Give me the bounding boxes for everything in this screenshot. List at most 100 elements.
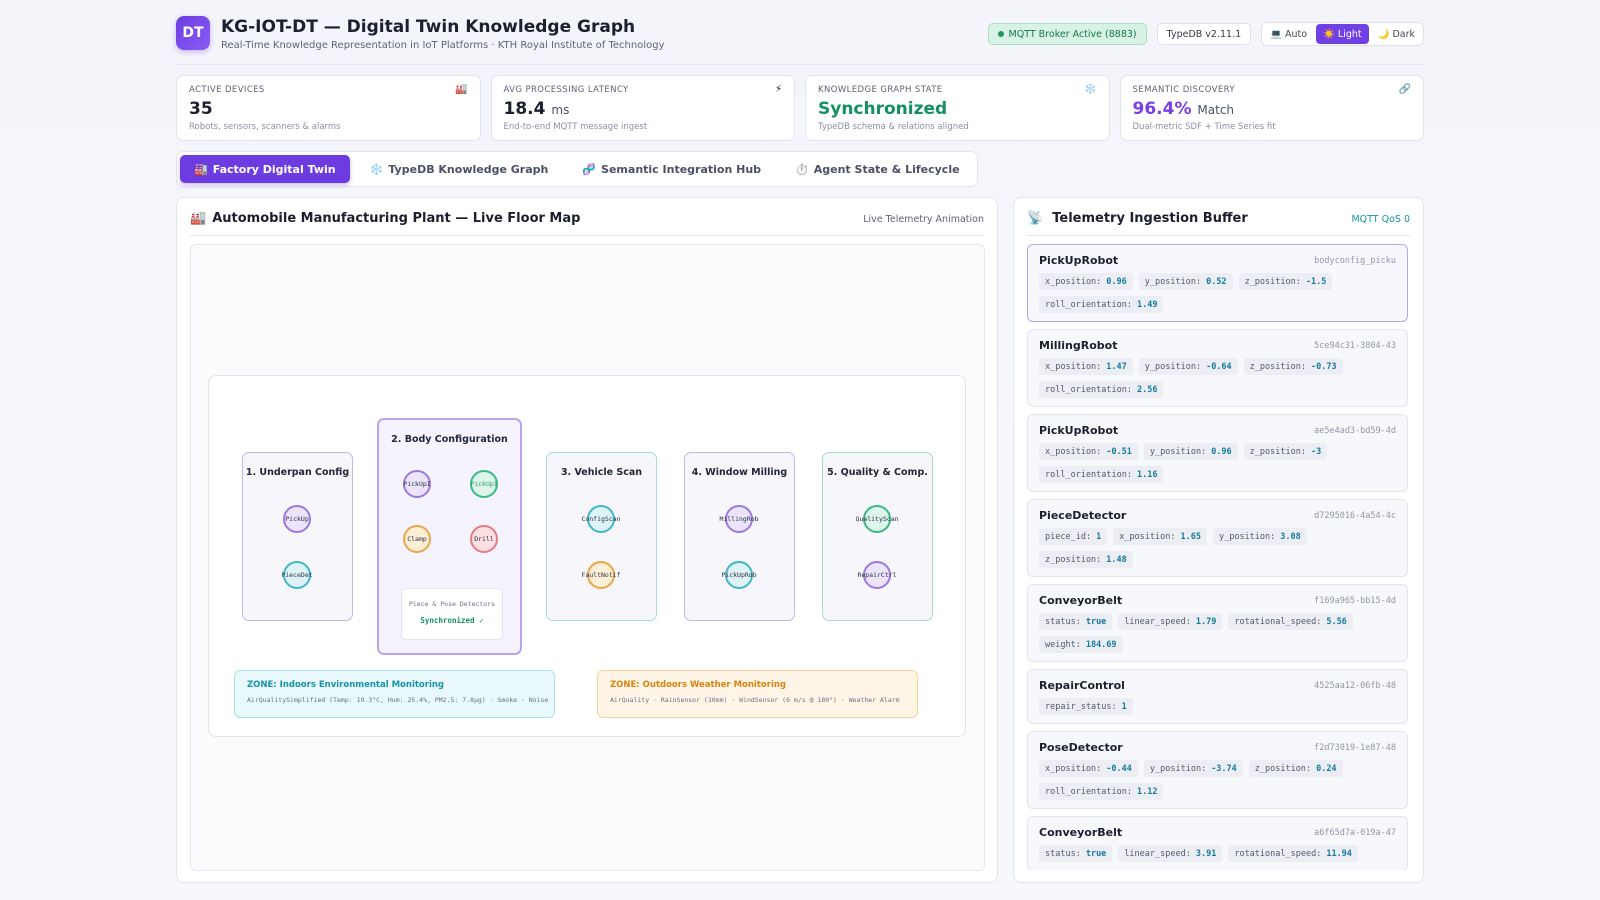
sync-status: Synchronized ✓ xyxy=(420,616,484,625)
device-node[interactable]: PickUp xyxy=(283,505,311,533)
device-node[interactable]: QualityScan xyxy=(855,505,899,533)
telemetry-field: weight: 184.69 xyxy=(1039,636,1123,653)
snowflake-icon: ❄️ xyxy=(1084,84,1097,95)
telemetry-fields: status: true linear_speed: 1.79 rotational_s… xyxy=(1039,613,1396,653)
station-quality-compliance[interactable]: 5. Quality & Comp. QualityScan RepairCtr… xyxy=(822,452,933,621)
moon-icon: 🌙 xyxy=(1377,28,1390,40)
station-underpan-config[interactable]: 1. Underpan Config PickUp PieceDet xyxy=(242,452,353,621)
device-id: a6f65d7a-019a-47 xyxy=(1314,828,1396,838)
theme-light-button[interactable]: ☀️ Light xyxy=(1316,24,1369,44)
stat-card-graph-state: Knowledge Graph State ❄️ Synchronized Ty… xyxy=(805,75,1110,141)
telemetry-fields: repair_status: 1 xyxy=(1039,698,1396,715)
telemetry-field: x_position: 1.65 xyxy=(1113,528,1207,545)
dna-icon: 🧬 xyxy=(582,162,597,176)
theme-dark-button[interactable]: 🌙 Dark xyxy=(1371,24,1422,44)
device-node[interactable]: Drill xyxy=(470,525,498,553)
tab-agent-state-lifecycle[interactable]: ⏱️ Agent State & Lifecycle xyxy=(781,155,974,183)
telemetry-field: y_position: 0.52 xyxy=(1138,273,1233,290)
theme-auto-button[interactable]: 💻 Auto xyxy=(1263,24,1314,44)
telemetry-list[interactable]: PickUpRobot bodyconfig_picku x_position: 0.… xyxy=(1027,244,1408,870)
mqtt-status-badge: MQTT Broker Active (8883) xyxy=(987,23,1147,45)
tab-typedb-knowledge-graph[interactable]: ❄️ TypeDB Knowledge Graph xyxy=(356,155,563,183)
telemetry-field: z_position: -3 xyxy=(1243,443,1328,460)
telemetry-field: status: true xyxy=(1039,845,1113,862)
device-id: f2d73019-1e87-48 xyxy=(1314,743,1396,753)
lightning-icon: ⚡ xyxy=(774,84,782,95)
piece-pose-detectors: Piece & Pose Detectors Synchronized ✓ xyxy=(401,588,503,640)
typedb-version-badge: TypeDB v2.11.1 xyxy=(1156,23,1252,45)
device-id: 4525aa12-06fb-48 xyxy=(1314,681,1396,691)
tab-semantic-integration-hub[interactable]: 🧬 Semantic Integration Hub xyxy=(568,155,775,183)
zone-indoors-monitoring[interactable]: ZONE: Indoors Environmental Monitoring A… xyxy=(234,670,555,718)
device-id: f169a965-bb15-4d xyxy=(1314,596,1396,606)
telemetry-field: rotational_speed: 11.94 xyxy=(1228,845,1358,862)
station-vehicle-scan[interactable]: 3. Vehicle Scan ConfigScan FaultNotif xyxy=(546,452,657,621)
telemetry-field: x_position: 1.47 xyxy=(1039,358,1133,375)
stat-card-semantic-discovery: Semantic Discovery 🔗 96.4% Match Dual-me… xyxy=(1119,75,1424,141)
device-node[interactable]: PickUpRob xyxy=(721,561,757,589)
telemetry-field: roll_orientation: 1.49 xyxy=(1039,296,1164,313)
telemetry-field: y_position: -0.64 xyxy=(1138,358,1238,375)
header-status-area: MQTT Broker Active (8883) TypeDB v2.11.1… xyxy=(987,22,1424,46)
telemetry-field: repair_status: 1 xyxy=(1039,698,1133,715)
telemetry-card[interactable]: PickUpRobot bodyconfig_picku x_position: 0.… xyxy=(1027,244,1408,322)
panel-divider xyxy=(190,235,984,236)
zone-outdoors-monitoring[interactable]: ZONE: Outdoors Weather Monitoring AirQua… xyxy=(597,670,918,718)
telemetry-field: z_position: 1.48 xyxy=(1039,551,1133,568)
telemetry-card[interactable]: PieceDetector d7295016-4a54-4c piece_id: 1 x… xyxy=(1027,499,1408,577)
telemetry-card[interactable]: ConveyorBelt a6f65d7a-019a-47 status: true l… xyxy=(1027,816,1408,870)
telemetry-field: roll_orientation: 1.16 xyxy=(1039,466,1164,483)
telemetry-card[interactable]: MillingRobot 5ce94c31-3804-43 x_position: 1… xyxy=(1027,329,1408,407)
app-logo: DT xyxy=(176,16,210,50)
satellite-icon: 📡 xyxy=(1027,211,1044,226)
device-node[interactable]: PieceDet xyxy=(281,561,313,589)
panel-divider xyxy=(1027,235,1410,236)
device-node[interactable]: PickUpI xyxy=(470,470,498,498)
telemetry-card[interactable]: RepairControl 4525aa12-06fb-48 repair_stat… xyxy=(1027,669,1408,724)
telemetry-card[interactable]: ConveyorBelt f169a965-bb15-4d status: true l… xyxy=(1027,584,1408,662)
telemetry-field: x_position: 0.96 xyxy=(1039,273,1133,290)
telemetry-field: y_position: -3.74 xyxy=(1143,760,1243,777)
telemetry-field: linear_speed: 1.79 xyxy=(1118,613,1223,630)
device-node[interactable]: Clamp xyxy=(403,525,431,553)
status-dot-icon xyxy=(997,31,1004,37)
telemetry-field: linear_speed: 3.91 xyxy=(1118,845,1223,862)
station-window-milling[interactable]: 4. Window Milling MillingRob PickUpRob xyxy=(684,452,795,621)
device-node[interactable]: FaultNotif xyxy=(581,561,621,589)
device-id: ae5e4ad3-bd59-4d xyxy=(1314,426,1396,436)
telemetry-field: roll_orientation: 2.56 xyxy=(1039,381,1164,398)
device-id: 5ce94c31-3804-43 xyxy=(1314,341,1396,351)
telemetry-fields: x_position: 0.96 y_position: 0.52 z_position… xyxy=(1039,273,1396,313)
tab-factory-digital-twin[interactable]: 🏭 Factory Digital Twin xyxy=(180,155,350,183)
main-tabs: 🏭 Factory Digital Twin ❄️ TypeDB Knowled… xyxy=(176,151,978,187)
app-root: DT KG-IOT-DT — Digital Twin Knowledge Gr… xyxy=(176,0,1424,900)
laptop-icon: 💻 xyxy=(1270,28,1282,40)
device-node[interactable]: PickUpI xyxy=(403,470,431,498)
telemetry-field: rotational_speed: 5.56 xyxy=(1228,613,1353,630)
telemetry-field: piece_id: 1 xyxy=(1039,528,1108,545)
telemetry-card[interactable]: PoseDetector f2d73019-1e87-48 x_position: -… xyxy=(1027,731,1408,809)
telemetry-field: z_position: 0.24 xyxy=(1248,760,1343,777)
telemetry-panel: 📡 Telemetry Ingestion Buffer MQTT QoS 0 … xyxy=(1013,197,1424,883)
telemetry-field: z_position: -1.5 xyxy=(1238,273,1333,290)
station-body-configuration[interactable]: 2. Body Configuration PickUpI PickUpI Cl… xyxy=(377,418,522,655)
telemetry-field: y_position: 0.96 xyxy=(1143,443,1238,460)
mqtt-qos-badge: MQTT QoS 0 xyxy=(1351,214,1410,225)
floor-map-title: 🏭 Automobile Manufacturing Plant — Live F… xyxy=(190,211,581,226)
factory-icon: 🏭 xyxy=(455,84,468,95)
device-node[interactable]: RepairCtrl xyxy=(857,561,897,589)
link-icon: 🔗 xyxy=(1398,84,1411,95)
telemetry-field: status: true xyxy=(1039,613,1113,630)
telemetry-field: z_position: -0.73 xyxy=(1243,358,1343,375)
floor-map-canvas: 1. Underpan Config PickUp PieceDet 2. Bo… xyxy=(190,244,985,871)
telemetry-card[interactable]: PickUpRobot ae5e4ad3-bd59-4d x_position: -0… xyxy=(1027,414,1408,492)
device-node[interactable]: MillingRob xyxy=(719,505,759,533)
live-telemetry-badge: Live Telemetry Animation xyxy=(863,214,984,225)
telemetry-fields: x_position: -0.51 y_position: 0.96 z_positio… xyxy=(1039,443,1396,483)
telemetry-field: roll_orientation: 1.12 xyxy=(1039,783,1164,800)
device-node[interactable]: ConfigScan xyxy=(581,505,621,533)
stat-value: 18.4 ms xyxy=(503,99,570,119)
stat-value: 35 xyxy=(189,99,213,119)
telemetry-title: 📡 Telemetry Ingestion Buffer xyxy=(1027,211,1248,226)
plant-layout: 1. Underpan Config PickUp PieceDet 2. Bo… xyxy=(208,375,966,737)
